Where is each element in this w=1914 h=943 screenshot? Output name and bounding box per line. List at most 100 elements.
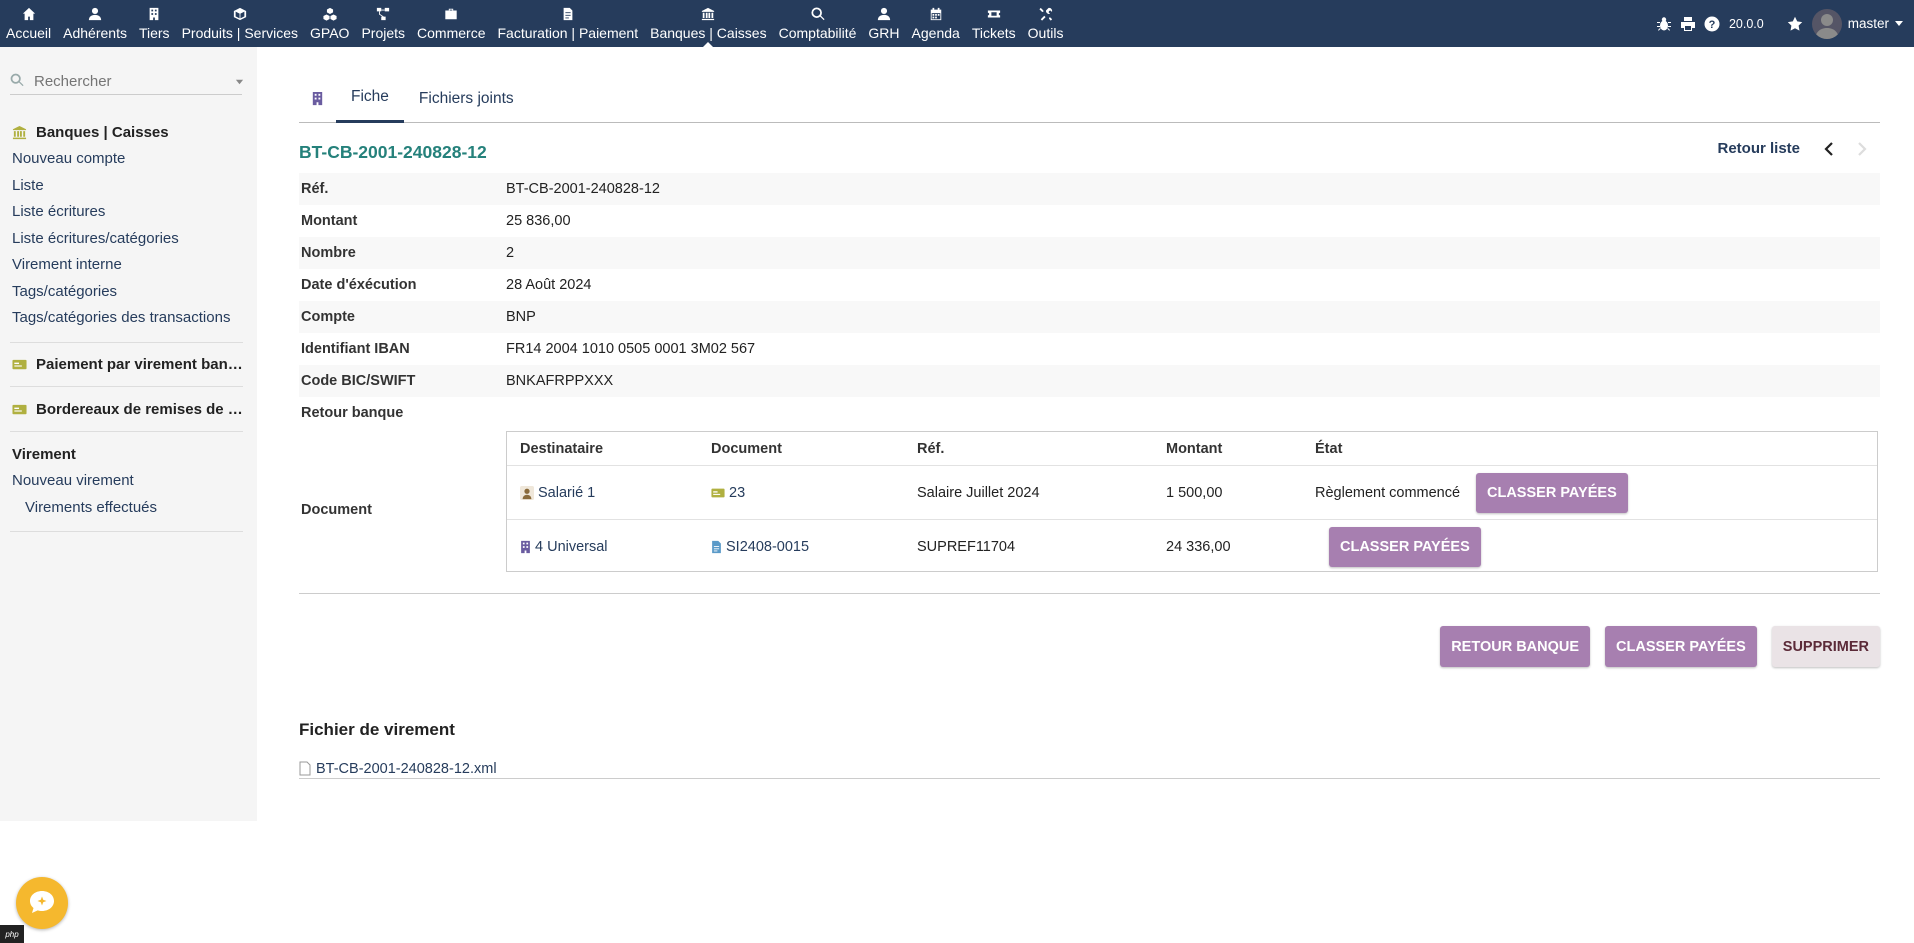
table-row: 4 Universal SI2408-0015 SUPREF11704 24 3… bbox=[507, 519, 1877, 573]
tab-object-icon[interactable] bbox=[299, 74, 336, 123]
file-invoice-icon bbox=[712, 540, 721, 553]
nav-gpao[interactable]: GPAO bbox=[304, 0, 355, 47]
field-row-ref: Réf. BT-CB-2001-240828-12 bbox=[299, 173, 1880, 205]
search-dollar-icon bbox=[810, 5, 825, 23]
menu-link-tags-categories[interactable]: Tags/catégories bbox=[0, 279, 257, 306]
ticket-icon bbox=[987, 5, 1001, 23]
menu-link-tags-categories-transactions[interactable]: Tags/catégories des transactions bbox=[0, 305, 257, 332]
home-icon bbox=[22, 5, 36, 23]
menu-link-liste[interactable]: Liste bbox=[0, 173, 257, 200]
nav-agenda[interactable]: Agenda bbox=[906, 0, 966, 47]
chevron-left-icon[interactable] bbox=[1822, 141, 1836, 161]
fichier-link[interactable]: BT-CB-2001-240828-12.xml bbox=[316, 761, 497, 777]
menu-heading-banques-caisses[interactable]: Banques | Caisses bbox=[0, 121, 257, 143]
tab-fiche[interactable]: Fiche bbox=[336, 74, 404, 123]
menu-link-nouveau-compte[interactable]: Nouveau compte bbox=[0, 146, 257, 173]
menu-link-virements-effectues[interactable]: Virements effectués bbox=[0, 495, 257, 522]
nav-label: Facturation | Paiement bbox=[497, 25, 639, 41]
menu-heading-virement[interactable]: Virement bbox=[0, 443, 257, 465]
chevron-down-icon[interactable] bbox=[235, 74, 244, 90]
destinataire-link[interactable]: Salarié 1 bbox=[520, 485, 595, 501]
chat-button[interactable] bbox=[16, 877, 68, 929]
nav-tickets[interactable]: Tickets bbox=[966, 0, 1022, 47]
retour-banque-button[interactable]: RETOUR BANQUE bbox=[1440, 626, 1591, 667]
supprimer-button[interactable]: SUPPRIMER bbox=[1771, 626, 1880, 667]
nav-label: Tiers bbox=[138, 25, 170, 41]
nav-banques-caisses[interactable]: Banques | Caisses bbox=[644, 0, 772, 47]
nav-label: Agenda bbox=[911, 25, 960, 41]
classer-payees-button[interactable]: CLASSER PAYÉES bbox=[1605, 626, 1757, 667]
nav-adherents[interactable]: Adhérents bbox=[57, 0, 133, 47]
menu-section-paiement-virement: Paiement par virement bancaire bbox=[0, 353, 257, 375]
star-icon[interactable] bbox=[1784, 13, 1806, 35]
document-link[interactable]: SI2408-0015 bbox=[711, 539, 809, 555]
svg-text:?: ? bbox=[1709, 19, 1716, 31]
menu-link-virement-interne[interactable]: Virement interne bbox=[0, 252, 257, 279]
menu-section-banques: Banques | Caisses Nouveau compte Liste L… bbox=[0, 121, 257, 332]
document-link[interactable]: 23 bbox=[711, 485, 745, 501]
left-sidebar: Banques | Caisses Nouveau compte Liste L… bbox=[0, 47, 257, 821]
nav-commerce[interactable]: Commerce bbox=[411, 0, 491, 47]
nav-grh[interactable]: GRH bbox=[862, 0, 905, 47]
field-row-retour-banque: Retour banque bbox=[301, 405, 404, 421]
document-label: Document bbox=[301, 502, 372, 518]
nav-label: Accueil bbox=[6, 25, 52, 41]
tab-fichiers-joints[interactable]: Fichiers joints bbox=[404, 74, 529, 123]
field-row-nombre: Nombre 2 bbox=[299, 237, 1880, 269]
nav-produits-services[interactable]: Produits | Services bbox=[176, 0, 304, 47]
document-table-header: Destinataire Document Réf. Montant État bbox=[520, 440, 1343, 457]
retour-liste-link[interactable]: Retour liste bbox=[1717, 140, 1800, 157]
nav-label: Commerce bbox=[417, 25, 486, 41]
menu-divider bbox=[10, 531, 243, 532]
user-tie-icon bbox=[877, 5, 891, 23]
top-navigation-bar: Accueil Adhérents Tiers Produits | Servi… bbox=[0, 0, 1914, 47]
nav-facturation-paiement[interactable]: Facturation | Paiement bbox=[492, 0, 645, 47]
bank-icon bbox=[701, 5, 715, 23]
help-icon[interactable]: ? bbox=[1701, 13, 1723, 35]
user-name: master bbox=[1847, 16, 1889, 31]
record-fields: Réf. BT-CB-2001-240828-12 Montant 25 836… bbox=[299, 173, 1880, 429]
nav-projets[interactable]: Projets bbox=[355, 0, 411, 47]
nav-comptabilite[interactable]: Comptabilité bbox=[773, 0, 863, 47]
page-title: BT-CB-2001-240828-12 bbox=[299, 142, 487, 162]
menu-link-nouveau-virement[interactable]: Nouveau virement bbox=[0, 468, 257, 495]
nav-label: Projets bbox=[361, 25, 406, 41]
menu-divider bbox=[10, 386, 243, 387]
nav-outils[interactable]: Outils bbox=[1022, 0, 1070, 47]
action-buttons: RETOUR BANQUE CLASSER PAYÉES SUPPRIMER bbox=[1425, 626, 1880, 667]
divider bbox=[299, 593, 1880, 594]
nav-label: Comptabilité bbox=[778, 25, 857, 41]
cube-icon bbox=[233, 5, 247, 23]
user-menu[interactable]: master bbox=[1811, 8, 1904, 39]
version-label: 20.0.0 bbox=[1728, 16, 1764, 31]
classer-payees-button[interactable]: CLASSER PAYÉES bbox=[1476, 472, 1628, 513]
menu-search bbox=[10, 69, 244, 95]
nav-accueil[interactable]: Accueil bbox=[0, 0, 57, 47]
nav-label: GPAO bbox=[310, 25, 350, 41]
cubes-icon bbox=[323, 5, 337, 23]
field-row-compte: Compte BNP bbox=[299, 301, 1880, 333]
document-table: Destinataire Document Réf. Montant État … bbox=[506, 431, 1878, 572]
nav-tiers[interactable]: Tiers bbox=[133, 0, 176, 47]
menu-link-liste-ecritures[interactable]: Liste écritures bbox=[0, 199, 257, 226]
fichier-row: BT-CB-2001-240828-12.xml bbox=[299, 759, 1880, 779]
bug-icon[interactable] bbox=[1653, 13, 1675, 35]
nav-label: Produits | Services bbox=[181, 25, 299, 41]
nav-label: Tickets bbox=[971, 25, 1016, 41]
classer-payees-button[interactable]: CLASSER PAYÉES bbox=[1329, 526, 1481, 567]
menu-heading-bordereaux[interactable]: Bordereaux de remises de chèques bbox=[0, 398, 257, 420]
search-input[interactable] bbox=[32, 72, 235, 91]
file-icon bbox=[299, 761, 311, 776]
chevron-down-icon bbox=[1894, 16, 1904, 32]
user-icon bbox=[88, 5, 102, 23]
field-row-iban: Identifiant IBAN FR14 2004 1010 0505 000… bbox=[301, 341, 756, 357]
print-icon[interactable] bbox=[1677, 13, 1699, 35]
menu-link-liste-ecritures-categories[interactable]: Liste écritures/catégories bbox=[0, 226, 257, 253]
chat-icon bbox=[30, 891, 54, 913]
table-row: Salarié 1 23 Salaire Juillet 2024 1 500,… bbox=[507, 465, 1877, 519]
destinataire-link[interactable]: 4 Universal bbox=[520, 539, 608, 555]
money-check-icon bbox=[711, 488, 725, 497]
field-row-bic: Code BIC/SWIFT BNKAFRPPXXX bbox=[299, 365, 1880, 397]
tools-icon bbox=[1038, 5, 1053, 23]
menu-heading-paiement-virement[interactable]: Paiement par virement bancaire bbox=[0, 353, 257, 375]
